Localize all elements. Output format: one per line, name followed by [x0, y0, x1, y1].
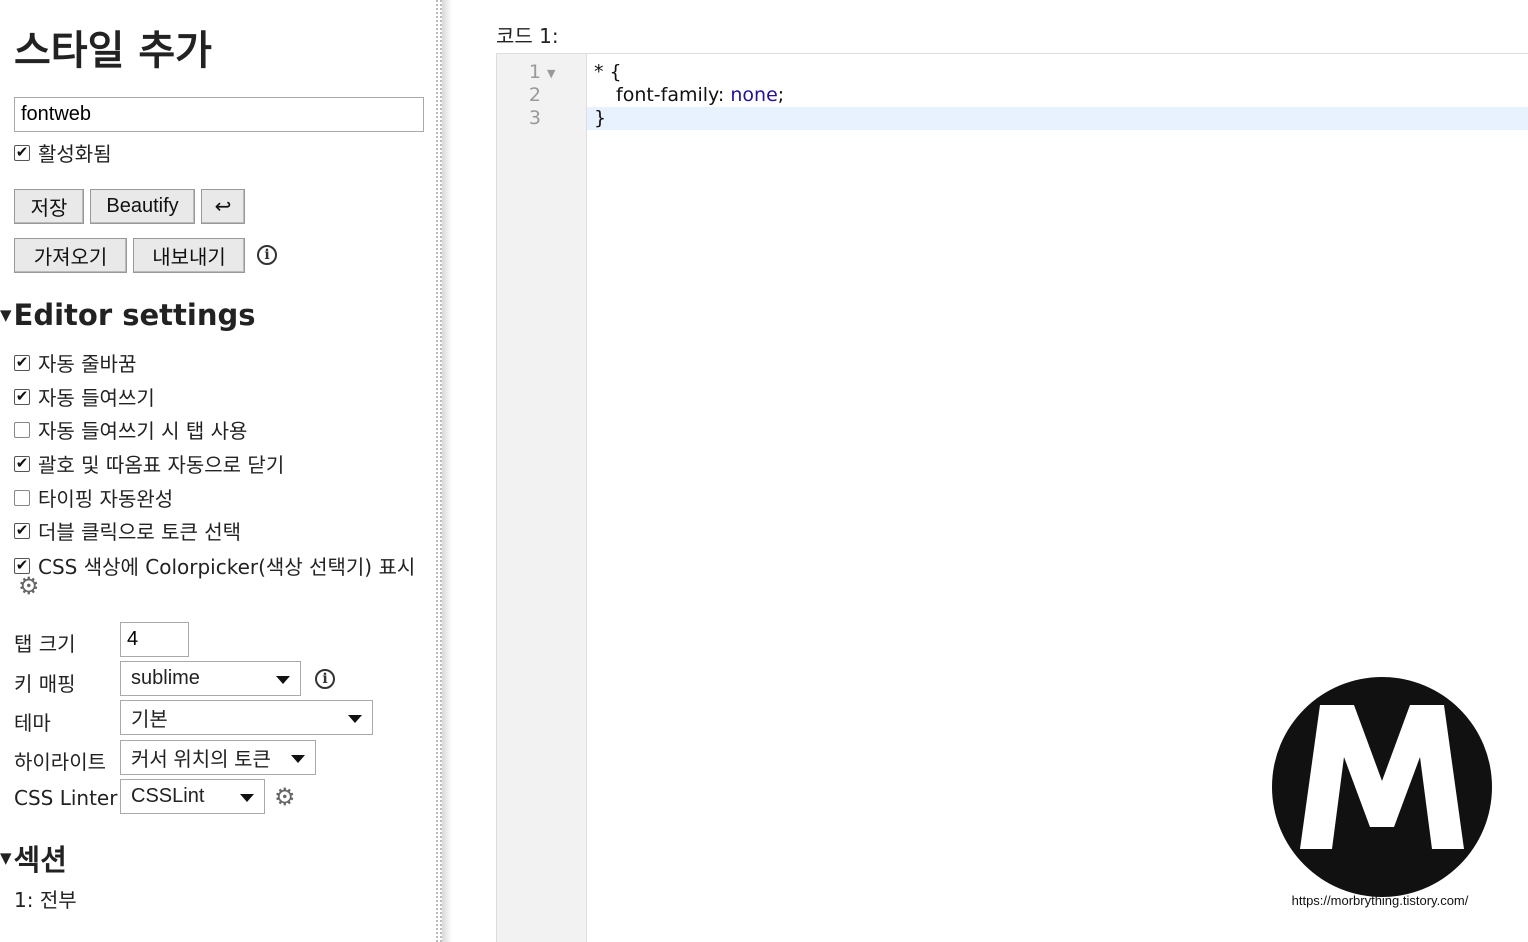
option-colorpicker[interactable]: ✔ CSS 색상에 Colorpicker(색상 선택기) 표시 [14, 551, 415, 580]
dropdown-arrow-icon [240, 794, 254, 802]
section-item[interactable]: 1: 전부 [14, 884, 77, 913]
undo-button[interactable]: ↩ [201, 189, 245, 224]
option-line-wrap[interactable]: ✔ 자동 줄바꿈 [14, 348, 136, 377]
sections-heading[interactable]: ▼ 섹션 [0, 837, 67, 879]
enabled-checkbox[interactable]: ✔ [14, 144, 30, 161]
highlight-select[interactable]: 커서 위치의 토큰 [120, 740, 316, 775]
option-autocomplete[interactable]: 타이핑 자동완성 [14, 483, 173, 512]
tab-size-label: 탭 크기 [14, 632, 76, 656]
option-select-by-token[interactable]: ✔ 더블 클릭으로 토큰 선택 [14, 516, 241, 545]
style-name-input[interactable] [14, 97, 424, 132]
checkbox-checked-icon[interactable]: ✔ [14, 455, 30, 472]
active-line-highlight [587, 107, 1528, 130]
export-button[interactable]: 내보내기 [133, 238, 245, 273]
info-icon[interactable]: i [315, 669, 335, 689]
import-button[interactable]: 가져오기 [14, 238, 127, 273]
save-button[interactable]: 저장 [14, 189, 84, 224]
gear-icon[interactable]: ⚙ [274, 785, 296, 809]
linter-select[interactable]: CSSLint [120, 779, 265, 814]
enabled-label: 활성화됨 [38, 142, 112, 166]
css-value: none [730, 84, 778, 106]
watermark-logo: b [1272, 677, 1492, 897]
checkbox-empty-icon[interactable] [14, 489, 30, 506]
editor-settings-heading[interactable]: ▼ Editor settings [0, 298, 256, 332]
code-section-label: 코드 1: [496, 24, 559, 48]
dropdown-arrow-icon [348, 715, 362, 723]
fold-arrow-icon[interactable]: ▼ [547, 67, 555, 80]
option-indent-with-tabs[interactable]: 자동 들여쓰기 시 탭 사용 [14, 415, 247, 444]
enabled-toggle[interactable]: ✔ 활성화됨 [14, 138, 112, 167]
checkbox-checked-icon[interactable]: ✔ [14, 388, 30, 405]
highlight-label: 하이라이트 [14, 750, 106, 774]
linter-label: CSS Linter [14, 786, 118, 810]
checkbox-checked-icon[interactable]: ✔ [14, 354, 30, 371]
option-smart-indent[interactable]: ✔ 자동 들여쓰기 [14, 382, 155, 411]
line-number-gutter [497, 54, 587, 942]
option-auto-close-brackets[interactable]: ✔ 괄호 및 따옴표 자동으로 닫기 [14, 449, 284, 478]
code-line-2: font-family: none; [616, 84, 784, 106]
line-number: 1 [528, 61, 541, 83]
code-line-1: * { [594, 61, 622, 83]
dropdown-arrow-icon [291, 755, 305, 763]
info-icon[interactable]: i [257, 245, 277, 265]
keymap-select[interactable]: sublime [120, 661, 301, 696]
style-settings-panel: 스타일 추가 ✔ 활성화됨 저장 Beautify ↩ 가져오기 내보내기 i … [0, 0, 436, 942]
dropdown-arrow-icon [276, 676, 290, 684]
checkbox-empty-icon[interactable] [14, 421, 30, 438]
page-title: 스타일 추가 [14, 28, 212, 74]
keymap-label: 키 매핑 [14, 672, 76, 696]
watermark-url: https://morbrything.tistory.com/ [1291, 893, 1469, 908]
checkbox-checked-icon[interactable]: ✔ [14, 522, 30, 539]
collapse-triangle-icon: ▼ [0, 306, 12, 324]
panel-shadow [442, 0, 452, 942]
tab-size-input[interactable] [120, 622, 189, 657]
line-number: 2 [528, 84, 541, 106]
beautify-button[interactable]: Beautify [90, 189, 195, 224]
collapse-triangle-icon: ▼ [0, 849, 12, 867]
css-semicolon: ; [777, 84, 785, 106]
theme-select[interactable]: 기본 [120, 700, 373, 735]
css-property: font-family: [616, 84, 731, 106]
gear-icon[interactable]: ⚙ [18, 574, 40, 598]
code-line-3: } [594, 107, 607, 129]
code-panel: 코드 1: 1 ▼ 2 3 * { font-family: none; } b… [452, 0, 1528, 942]
line-number: 3 [528, 107, 541, 129]
theme-label: 테마 [14, 711, 51, 735]
